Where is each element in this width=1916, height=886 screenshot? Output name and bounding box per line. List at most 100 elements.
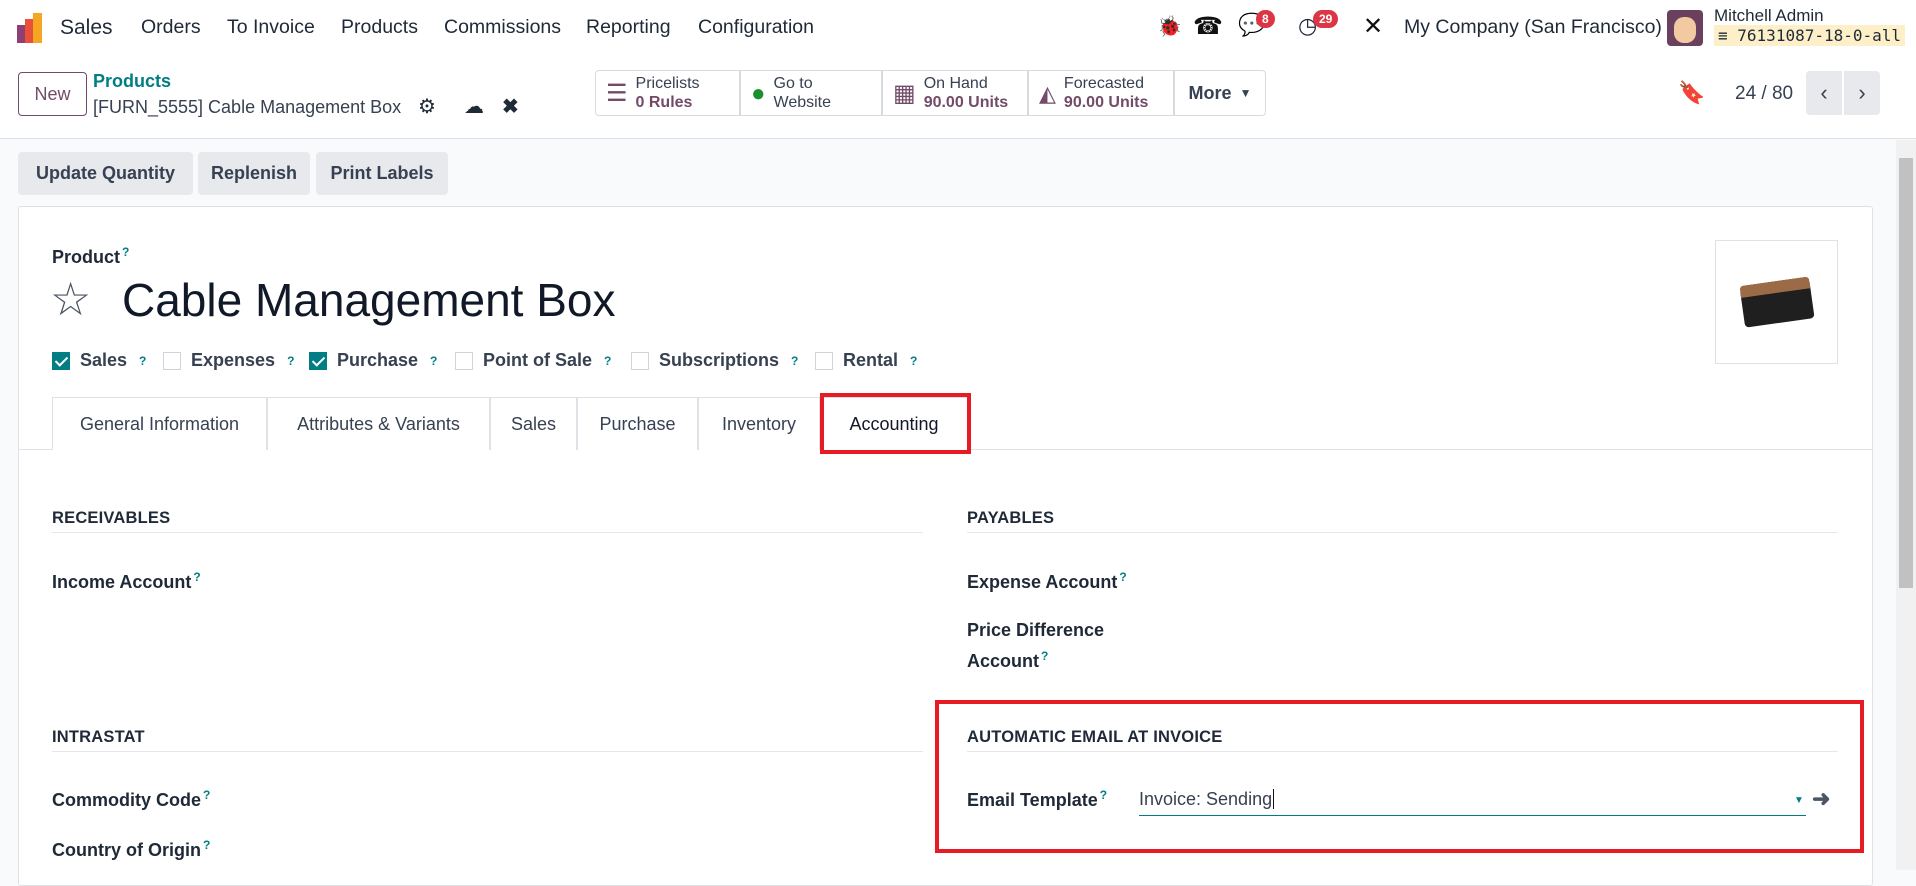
database-badge: ≡ 76131087-18-0-all: [1714, 25, 1906, 46]
checkbox-expenses[interactable]: Expenses?: [163, 350, 294, 371]
control-panel: New Products [FURN_5555] Cable Managemen…: [0, 56, 1916, 139]
expense-account-label: Expense Account?: [967, 570, 1127, 592]
sales-app-logo-icon[interactable]: [15, 13, 47, 43]
checkbox-purchase[interactable]: Purchase?: [309, 350, 437, 371]
avatar[interactable]: [1667, 10, 1703, 46]
checkbox-point-of-sale[interactable]: Point of Sale?: [455, 350, 611, 371]
checkbox[interactable]: [163, 351, 181, 370]
new-button[interactable]: New: [18, 72, 87, 116]
checkbox-label: Sales: [80, 350, 128, 370]
highlight-box-accounting-tab: [820, 393, 971, 454]
checkbox-subscriptions[interactable]: Subscriptions?: [631, 350, 798, 371]
forecasted-stat-button[interactable]: ◭ Forecasted 90.00 Units: [1028, 70, 1174, 116]
divider: [967, 532, 1838, 533]
more-label: More: [1188, 82, 1232, 103]
stat-label: On Hand: [923, 75, 988, 92]
receivables-heading: RECEIVABLES: [52, 509, 171, 527]
help-tooltip[interactable]: ?: [203, 788, 210, 802]
checkbox[interactable]: [631, 351, 649, 370]
pricelists-stat-button[interactable]: ☰ Pricelists 0 Rules: [595, 70, 740, 116]
intrastat-heading: INTRASTAT: [52, 728, 145, 746]
help-tooltip[interactable]: ?: [287, 354, 294, 368]
help-tooltip[interactable]: ?: [193, 570, 200, 584]
gear-icon[interactable]: ⚙: [418, 94, 436, 119]
tab-inventory[interactable]: Inventory: [698, 397, 820, 450]
stat-label: Forecasted: [1063, 75, 1144, 92]
discard-icon[interactable]: ✖: [502, 94, 519, 119]
tab-sales[interactable]: Sales: [490, 397, 577, 450]
breadcrumb-products[interactable]: Products: [93, 71, 171, 92]
help-tooltip[interactable]: ?: [430, 354, 437, 368]
stat-value: 90.00 Units: [923, 94, 1009, 111]
menu-products[interactable]: Products: [341, 16, 418, 39]
help-tooltip[interactable]: ?: [604, 354, 611, 368]
help-tooltip[interactable]: ?: [1119, 570, 1126, 584]
favorite-star-icon[interactable]: ☆: [50, 272, 91, 326]
pager-value[interactable]: 24 / 80: [1735, 83, 1793, 105]
scrollbar[interactable]: [1896, 140, 1916, 870]
highlight-box-automatic-email: [935, 700, 1864, 853]
record-name: [FURN_5555] Cable Management Box: [93, 97, 402, 117]
help-tooltip[interactable]: ?: [791, 354, 798, 368]
help-tooltip[interactable]: ?: [910, 354, 917, 368]
chevron-left-icon: ‹: [1820, 80, 1828, 105]
messages-badge: 8: [1256, 10, 1275, 28]
help-tooltip[interactable]: ?: [1041, 649, 1048, 663]
product-name[interactable]: Cable Management Box: [122, 273, 616, 327]
checkbox-sales[interactable]: Sales?: [52, 350, 146, 371]
menu-orders[interactable]: Orders: [141, 16, 201, 39]
checkbox-label: Purchase: [337, 350, 419, 370]
payables-heading: PAYABLES: [967, 509, 1055, 527]
company-switcher[interactable]: My Company (San Francisco): [1404, 16, 1662, 39]
chevron-right-icon: ›: [1858, 80, 1866, 105]
stat-label-2: Website: [773, 94, 832, 111]
bookmark-icon[interactable]: 🔖: [1678, 80, 1705, 106]
debug-bug-icon[interactable]: 🐞: [1157, 14, 1182, 39]
checkbox-label: Subscriptions: [659, 350, 780, 370]
menu-configuration[interactable]: Configuration: [698, 16, 814, 39]
database-icon: ≡: [1718, 26, 1728, 45]
checkbox[interactable]: [52, 351, 70, 370]
stat-value: 90.00 Units: [1063, 94, 1149, 111]
print-labels-button[interactable]: Print Labels: [316, 152, 448, 195]
globe-icon: ●: [751, 79, 766, 107]
area-chart-icon: ◭: [1039, 80, 1056, 106]
more-button[interactable]: More ▼: [1174, 70, 1266, 116]
help-tooltip[interactable]: ?: [203, 838, 210, 852]
stat-value: 0 Rules: [635, 94, 693, 111]
checkbox-label: Rental: [843, 350, 899, 370]
country-of-origin-label: Country of Origin?: [52, 838, 211, 860]
checkbox[interactable]: [309, 351, 327, 370]
commodity-code-label: Commodity Code?: [52, 788, 211, 810]
checkbox-label: Expenses: [191, 350, 276, 370]
checkbox-rental[interactable]: Rental?: [815, 350, 917, 371]
pager-previous-button[interactable]: ‹: [1806, 71, 1842, 115]
cloud-save-icon[interactable]: ☁: [464, 94, 484, 119]
tab-general-information[interactable]: General Information: [52, 397, 267, 450]
go-to-website-button[interactable]: ● Go to Website: [740, 70, 882, 116]
update-quantity-button[interactable]: Update Quantity: [18, 152, 193, 195]
divider: [52, 751, 923, 752]
income-account-label: Income Account?: [52, 570, 201, 592]
product-image[interactable]: [1715, 240, 1838, 364]
menu-reporting[interactable]: Reporting: [586, 16, 671, 39]
menu-commissions[interactable]: Commissions: [444, 16, 561, 39]
checkbox[interactable]: [815, 351, 833, 370]
app-name[interactable]: Sales: [60, 16, 113, 40]
user-name[interactable]: Mitchell Admin: [1714, 6, 1824, 26]
tab-purchase[interactable]: Purchase: [577, 397, 698, 450]
caret-down-icon: ▼: [1239, 85, 1252, 100]
pager-next-button[interactable]: ›: [1844, 71, 1880, 115]
menu-to-invoice[interactable]: To Invoice: [227, 16, 315, 39]
phone-icon[interactable]: ☎: [1193, 12, 1223, 41]
stat-label: Pricelists: [635, 75, 700, 92]
database-name: 76131087-18-0-all: [1737, 26, 1902, 45]
help-tooltip[interactable]: ?: [139, 354, 146, 368]
tools-icon[interactable]: ✕: [1363, 12, 1383, 41]
on-hand-stat-button[interactable]: ▦ On Hand 90.00 Units: [882, 70, 1028, 116]
help-tooltip[interactable]: ?: [122, 245, 129, 259]
checkbox[interactable]: [455, 351, 473, 370]
stat-label: Go to: [773, 75, 813, 92]
replenish-button[interactable]: Replenish: [198, 152, 310, 195]
tab-attributes-variants[interactable]: Attributes & Variants: [267, 397, 490, 450]
